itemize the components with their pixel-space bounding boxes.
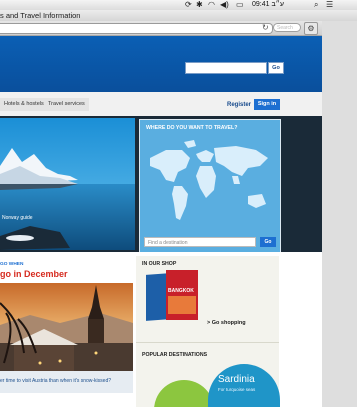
browser-toolbar: ↻ Search ⚙	[0, 21, 322, 36]
bluetooth-icon[interactable]: ✱	[196, 0, 203, 10]
destination-map-box: WHERE DO YOU WANT TO TRAVEL? Find a dest…	[139, 119, 281, 254]
wifi-icon[interactable]: ◠	[208, 0, 215, 10]
austria-caption[interactable]: er time to visit Austria than when it's …	[0, 378, 111, 385]
gear-icon[interactable]: ⚙	[304, 22, 318, 35]
window-titlebar: s and Travel Information	[0, 10, 357, 21]
destination-card-sardinia[interactable]: Sardinia For turquoise seas	[208, 364, 280, 407]
spotlight-icon[interactable]: ⌕	[314, 0, 318, 10]
volume-icon[interactable]: ◀)	[220, 0, 229, 10]
window-title: s and Travel Information	[0, 11, 81, 20]
site-header-banner: Go	[0, 36, 322, 92]
window-sidebar	[322, 21, 357, 407]
reload-icon[interactable]: ↻	[262, 23, 269, 33]
nav-tab-hotels[interactable]: Hotels & hostels	[0, 98, 48, 111]
notification-list-icon[interactable]: ☰	[326, 0, 333, 10]
hero-guide-label[interactable]: Norway guide	[2, 215, 33, 222]
shop-title: IN OUR SHOP	[142, 261, 177, 267]
nav-tab-travel-services[interactable]: Travel services	[44, 98, 89, 111]
destination-subtitle: For turquoise seas	[218, 387, 256, 392]
world-map-image[interactable]	[144, 136, 276, 234]
hero-section: Norway guide WHERE DO YOU WANT TO TRAVEL…	[0, 116, 322, 254]
sync-icon[interactable]: ⟳	[185, 0, 192, 10]
browser-search-field[interactable]: Search	[273, 23, 301, 32]
map-title: WHERE DO YOU WANT TO TRAVEL?	[146, 125, 238, 131]
sign-in-button[interactable]: Sign in	[254, 99, 280, 110]
register-link[interactable]: Register	[227, 101, 251, 109]
destination-name: Sardinia	[218, 374, 255, 385]
destination-decor-shape	[154, 380, 214, 407]
austria-winter-image[interactable]	[0, 283, 133, 393]
destination-search-input[interactable]: Find a destination	[144, 237, 256, 247]
menubar-clock[interactable]: 09:41 ע״ב	[252, 0, 284, 10]
popular-destinations-title: POPULAR DESTINATIONS	[142, 352, 208, 358]
right-column: IN OUR SHOP BANGKOK > Go shopping POPULA…	[136, 256, 280, 407]
keyboard-icon[interactable]: ▭	[236, 0, 244, 10]
destination-go-button[interactable]: Go	[260, 237, 276, 247]
site-search-input[interactable]	[185, 62, 267, 74]
go-when-kicker: GO WHEN	[0, 262, 24, 267]
shop-book-title: BANGKOK	[168, 288, 194, 294]
web-page: Go Hotels & hostels Travel services Regi…	[0, 36, 322, 407]
hero-norway-image[interactable]: Norway guide	[0, 118, 135, 250]
lower-content: GO WHEN go in December er time to visit …	[0, 252, 322, 407]
go-shopping-link[interactable]: > Go shopping	[207, 319, 246, 327]
address-bar[interactable]: ↻	[0, 23, 273, 34]
site-nav-bar: Hotels & hostels Travel services Registe…	[0, 92, 322, 117]
section-divider	[136, 342, 279, 343]
site-search-go-button[interactable]: Go	[268, 62, 284, 74]
go-when-title[interactable]: go in December	[0, 269, 68, 280]
shop-books-image[interactable]: BANGKOK	[146, 270, 200, 322]
